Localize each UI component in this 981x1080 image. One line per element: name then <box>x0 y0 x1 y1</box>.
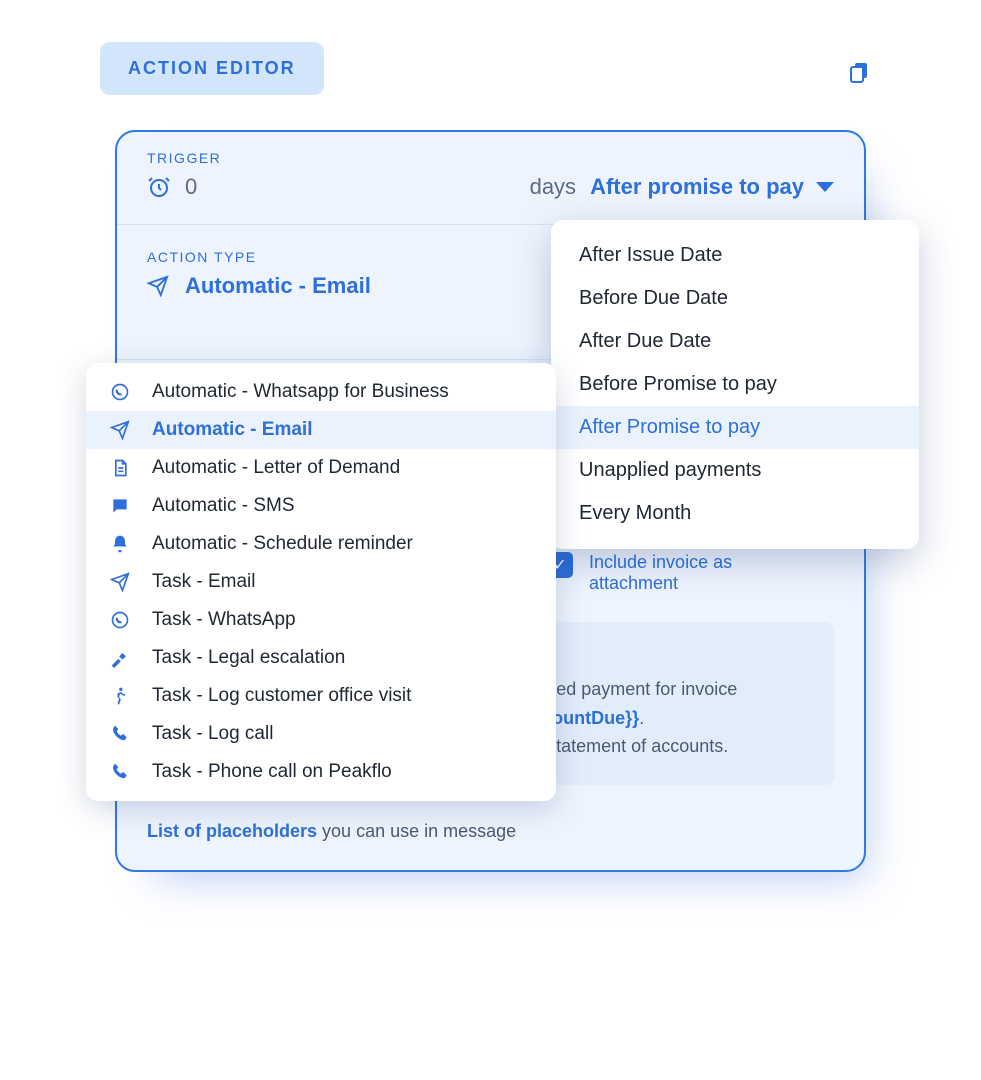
gavel-icon <box>110 648 134 668</box>
whatsapp-icon <box>110 382 134 402</box>
trigger-timing-select[interactable]: After promise to pay <box>590 174 834 200</box>
document-icon <box>110 458 134 478</box>
caret-down-icon <box>816 182 834 192</box>
trigger-days-input[interactable]: 0 <box>185 174 215 200</box>
copy-icon[interactable] <box>847 60 871 84</box>
action-type-option[interactable]: Task - Log customer office visit <box>86 677 556 715</box>
trigger-option[interactable]: Before Due Date <box>551 277 919 320</box>
action-option-label: Automatic - Email <box>152 419 312 441</box>
action-type-dropdown: Automatic - Whatsapp for Business Automat… <box>86 363 556 801</box>
action-option-label: Task - Log customer office visit <box>152 685 411 707</box>
days-label: days <box>530 174 576 200</box>
body-text: . <box>639 708 644 728</box>
action-type-option[interactable]: Automatic - Letter of Demand <box>86 449 556 487</box>
trigger-option[interactable]: After Promise to pay <box>551 406 919 449</box>
action-editor-badge: ACTION EDITOR <box>100 42 324 95</box>
action-option-label: Automatic - Whatsapp for Business <box>152 381 449 403</box>
action-type-option[interactable]: Task - WhatsApp <box>86 601 556 639</box>
action-option-label: Task - WhatsApp <box>152 609 296 631</box>
phone-icon <box>110 762 134 782</box>
action-type-selected-text: Automatic - Email <box>185 273 371 299</box>
action-type-option[interactable]: Task - Log call <box>86 715 556 753</box>
trigger-selected-text: After promise to pay <box>590 174 804 200</box>
action-option-label: Automatic - SMS <box>152 495 295 517</box>
bell-icon <box>110 534 134 554</box>
action-option-label: Automatic - Schedule reminder <box>152 533 413 555</box>
send-icon <box>110 572 134 592</box>
action-type-option[interactable]: Automatic - Schedule reminder <box>86 525 556 563</box>
action-type-option[interactable]: Task - Legal escalation <box>86 639 556 677</box>
trigger-option[interactable]: Before Promise to pay <box>551 363 919 406</box>
send-icon <box>147 275 169 297</box>
trigger-timing-dropdown: After Issue DateBefore Due DateAfter Due… <box>551 220 919 549</box>
trigger-option[interactable]: After Due Date <box>551 320 919 363</box>
placeholders-list-link[interactable]: List of placeholders <box>147 821 317 841</box>
send-icon <box>110 420 134 440</box>
whatsapp-icon <box>110 610 134 630</box>
action-type-option[interactable]: Task - Phone call on Peakflo <box>86 753 556 791</box>
trigger-label: TRIGGER <box>147 150 834 166</box>
alarm-clock-icon <box>147 175 171 199</box>
phone-icon <box>110 724 134 744</box>
action-type-option[interactable]: Task - Email <box>86 563 556 601</box>
action-option-label: Automatic - Letter of Demand <box>152 457 400 479</box>
action-type-option[interactable]: Automatic - Email <box>86 411 556 449</box>
trigger-section: TRIGGER 0 days After promise to pay <box>117 132 864 225</box>
person-walk-icon <box>110 686 134 706</box>
action-option-label: Task - Phone call on Peakflo <box>152 761 392 783</box>
action-type-option[interactable]: Automatic - Whatsapp for Business <box>86 373 556 411</box>
trigger-option[interactable]: Every Month <box>551 492 919 535</box>
action-type-option[interactable]: Automatic - SMS <box>86 487 556 525</box>
sms-icon <box>110 496 134 516</box>
action-option-label: Task - Legal escalation <box>152 647 345 669</box>
action-option-label: Task - Email <box>152 571 255 593</box>
include-attachment-label: Include invoice as attachment <box>589 552 789 594</box>
action-option-label: Task - Log call <box>152 723 273 745</box>
trigger-option[interactable]: Unapplied payments <box>551 449 919 492</box>
placeholder-hint-text: you can use in message <box>317 821 516 841</box>
trigger-option[interactable]: After Issue Date <box>551 234 919 277</box>
placeholder-hint: List of placeholders you can use in mess… <box>117 803 864 870</box>
